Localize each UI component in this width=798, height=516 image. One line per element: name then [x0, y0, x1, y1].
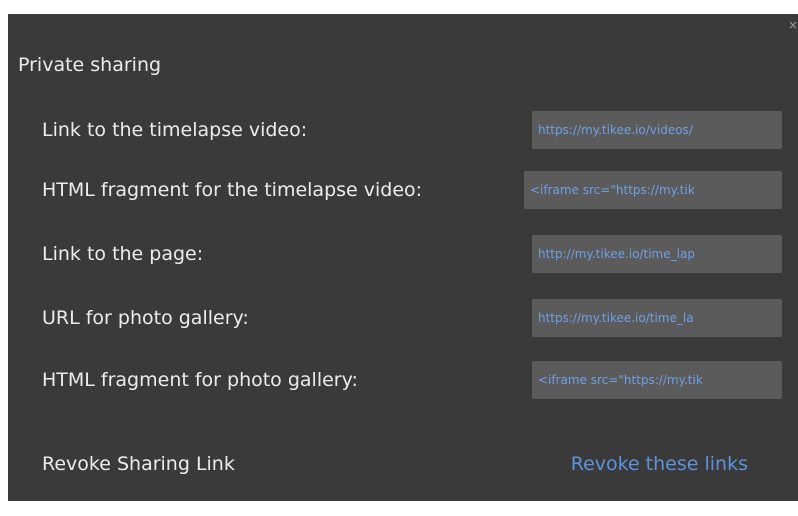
timelapse-video-link-row: Link to the timelapse video: https://my.…	[42, 110, 782, 150]
timelapse-video-html-row: HTML fragment for the timelapse video: <…	[42, 170, 782, 210]
close-icon[interactable]: ×	[788, 18, 798, 32]
timelapse-video-link-label: Link to the timelapse video:	[42, 119, 308, 141]
photo-gallery-url-row: URL for photo gallery: https://my.tikee.…	[42, 298, 782, 338]
photo-gallery-url-label: URL for photo gallery:	[42, 307, 249, 329]
photo-gallery-html-label: HTML fragment for photo gallery:	[42, 369, 358, 391]
timelapse-video-html-label: HTML fragment for the timelapse video:	[42, 179, 423, 201]
revoke-label: Revoke Sharing Link	[42, 453, 235, 475]
timelapse-video-html-field[interactable]: <iframe src="https://my.tik	[524, 171, 782, 209]
page-link-row: Link to the page: http://my.tikee.io/tim…	[42, 234, 782, 274]
private-sharing-dialog: × Private sharing Link to the timelapse …	[8, 14, 798, 501]
photo-gallery-url-field[interactable]: https://my.tikee.io/time_la	[532, 299, 782, 337]
page-link-label: Link to the page:	[42, 243, 204, 265]
photo-gallery-html-field[interactable]: <iframe src="https://my.tik	[532, 361, 782, 399]
photo-gallery-html-row: HTML fragment for photo gallery: <iframe…	[42, 360, 782, 400]
page-link-field[interactable]: http://my.tikee.io/time_lap	[532, 235, 782, 273]
dialog-title: Private sharing	[18, 54, 162, 76]
revoke-links-button[interactable]: Revoke these links	[571, 453, 748, 475]
revoke-row: Revoke Sharing Link Revoke these links	[42, 444, 782, 484]
timelapse-video-link-field[interactable]: https://my.tikee.io/videos/	[532, 111, 782, 149]
